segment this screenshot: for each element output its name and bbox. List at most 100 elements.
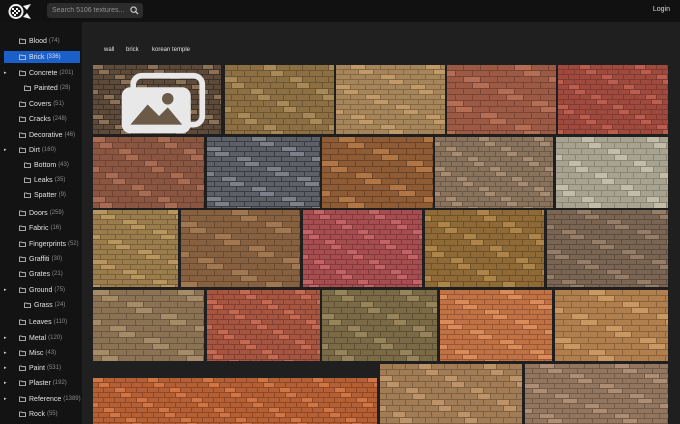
sidebar-item-leaves[interactable]: Leaves (110) bbox=[4, 316, 80, 328]
folder-icon bbox=[19, 132, 26, 138]
sidebar-item-count: (52) bbox=[67, 241, 79, 247]
brick-texture-14[interactable] bbox=[425, 210, 544, 287]
sidebar-item-decorative[interactable]: Decorative (46) bbox=[4, 129, 80, 141]
brick-pattern bbox=[425, 210, 544, 287]
sidebar-item-graffiti[interactable]: Graffiti (30) bbox=[4, 253, 80, 265]
login-link[interactable]: Login bbox=[653, 6, 670, 13]
folder-icon bbox=[24, 162, 31, 168]
chevron-right-icon[interactable]: ▸ bbox=[4, 144, 11, 156]
sidebar-item-label: Paint bbox=[29, 364, 45, 372]
tag-wall[interactable]: wall bbox=[104, 47, 114, 53]
brick-texture-17[interactable] bbox=[207, 290, 320, 361]
top-bar: Login bbox=[0, 0, 680, 22]
sidebar-item-count: (30) bbox=[51, 256, 63, 262]
tag-brick[interactable]: brick bbox=[126, 47, 139, 53]
brick-texture-13[interactable] bbox=[303, 210, 422, 287]
sidebar-item-count: (74) bbox=[48, 38, 60, 44]
sidebar-item-label: Ground bbox=[29, 286, 53, 294]
brick-pattern bbox=[380, 364, 522, 424]
sidebar-item-paint[interactable]: ▸ Paint (531) bbox=[4, 362, 80, 374]
brick-texture-6[interactable] bbox=[93, 137, 204, 208]
textures-logo-icon[interactable] bbox=[7, 3, 33, 20]
brick-texture-20[interactable] bbox=[555, 290, 668, 361]
folder-icon bbox=[19, 241, 26, 247]
brick-texture-8[interactable] bbox=[322, 137, 433, 208]
brick-texture-4[interactable] bbox=[447, 65, 556, 134]
sidebar-item-misc[interactable]: ▸ Misc (43) bbox=[4, 347, 80, 359]
sidebar-item-leaks[interactable]: Leaks (35) bbox=[0, 174, 80, 186]
chevron-right-icon[interactable]: ▸ bbox=[4, 393, 11, 405]
sidebar-item-plaster[interactable]: ▸ Plaster (192) bbox=[4, 377, 80, 389]
sidebar-item-blood[interactable]: Blood (74) bbox=[4, 35, 80, 47]
brick-texture-2[interactable] bbox=[225, 65, 334, 134]
sidebar-item-count: (43) bbox=[45, 350, 57, 356]
chevron-right-icon[interactable]: ▸ bbox=[4, 347, 11, 359]
folder-icon bbox=[19, 411, 26, 417]
brick-texture-10[interactable] bbox=[556, 137, 668, 208]
sidebar-item-grass[interactable]: Grass (24) bbox=[0, 299, 80, 311]
sidebar-item-label: Leaks bbox=[34, 176, 53, 184]
brick-texture-15[interactable] bbox=[547, 210, 668, 287]
sidebar-item-reference[interactable]: ▸ Reference (1389) bbox=[4, 393, 81, 405]
sidebar-item-ground[interactable]: ▸ Ground (75) bbox=[4, 284, 80, 296]
brick-texture-7[interactable] bbox=[207, 137, 320, 208]
sidebar-item-rock[interactable]: Rock (55) bbox=[4, 408, 80, 420]
sidebar-item-dirt[interactable]: ▸ Dirt (160) bbox=[4, 144, 80, 156]
sidebar-item-fingerprints[interactable]: Fingerprints (52) bbox=[4, 238, 80, 250]
brick-pattern bbox=[93, 210, 178, 287]
sidebar-item-covers[interactable]: Covers (51) bbox=[4, 98, 80, 110]
brick-pattern bbox=[93, 290, 204, 361]
sidebar-item-label: Grates bbox=[29, 270, 51, 278]
chevron-right-icon[interactable]: ▸ bbox=[4, 284, 11, 296]
sidebar-item-label: Covers bbox=[29, 100, 52, 108]
search-input[interactable] bbox=[52, 7, 130, 14]
sidebar-item-label: Fingerprints bbox=[29, 240, 66, 248]
brick-texture-22[interactable] bbox=[380, 364, 522, 424]
brick-pattern bbox=[322, 290, 437, 361]
sidebar-item-grates[interactable]: Grates (21) bbox=[4, 268, 80, 280]
folder-icon bbox=[19, 101, 26, 107]
sidebar-item-doors[interactable]: Doors (259) bbox=[4, 207, 80, 219]
brick-texture-19[interactable] bbox=[440, 290, 552, 361]
sidebar-item-brick[interactable]: Brick (336) bbox=[4, 51, 80, 63]
sidebar-item-fabric[interactable]: Fabric (16) bbox=[4, 222, 80, 234]
brick-pattern bbox=[207, 290, 320, 361]
brick-texture-5[interactable] bbox=[558, 65, 668, 134]
search-icon[interactable] bbox=[130, 6, 139, 15]
folder-icon bbox=[19, 396, 26, 402]
folder-icon bbox=[24, 177, 31, 183]
brick-texture-1[interactable] bbox=[93, 65, 221, 134]
brick-texture-18[interactable] bbox=[322, 290, 437, 361]
chevron-right-icon[interactable]: ▸ bbox=[4, 377, 11, 389]
sidebar-item-count: (110) bbox=[53, 319, 68, 325]
sidebar-item-label: Rock bbox=[29, 410, 45, 418]
brick-texture-11[interactable] bbox=[93, 210, 178, 287]
sidebar-item-spatter[interactable]: Spatter (9) bbox=[0, 189, 80, 201]
brick-texture-3[interactable] bbox=[336, 65, 445, 134]
folder-icon bbox=[19, 225, 26, 231]
search-box[interactable] bbox=[47, 3, 143, 18]
sidebar-item-concrete[interactable]: ▸ Concrete (201) bbox=[4, 67, 80, 79]
folder-icon bbox=[19, 116, 26, 122]
sidebar-item-count: (46) bbox=[64, 132, 76, 138]
folder-icon bbox=[19, 350, 26, 356]
brick-texture-9[interactable] bbox=[435, 137, 553, 208]
sidebar-item-count: (531) bbox=[46, 365, 61, 371]
brick-texture-16[interactable] bbox=[93, 290, 204, 361]
chevron-right-icon[interactable]: ▸ bbox=[4, 67, 11, 79]
tag-korean-temple[interactable]: korean temple bbox=[152, 47, 190, 53]
brick-pattern bbox=[303, 210, 422, 287]
brick-pattern bbox=[435, 137, 553, 208]
folder-icon bbox=[19, 70, 26, 76]
brick-texture-12[interactable] bbox=[181, 210, 300, 287]
chevron-right-icon[interactable]: ▸ bbox=[4, 332, 11, 344]
sidebar-item-cracks[interactable]: Cracks (248) bbox=[4, 113, 80, 125]
sidebar-item-painted[interactable]: Painted (28) bbox=[0, 82, 80, 94]
brick-pattern bbox=[555, 290, 668, 361]
brick-texture-23[interactable] bbox=[525, 364, 668, 424]
sidebar-item-label: Blood bbox=[29, 37, 47, 45]
brick-texture-21[interactable] bbox=[93, 378, 377, 424]
sidebar-item-bottom[interactable]: Bottom (43) bbox=[0, 159, 80, 171]
sidebar-item-metal[interactable]: ▸ Metal (120) bbox=[4, 332, 80, 344]
chevron-right-icon[interactable]: ▸ bbox=[4, 362, 11, 374]
